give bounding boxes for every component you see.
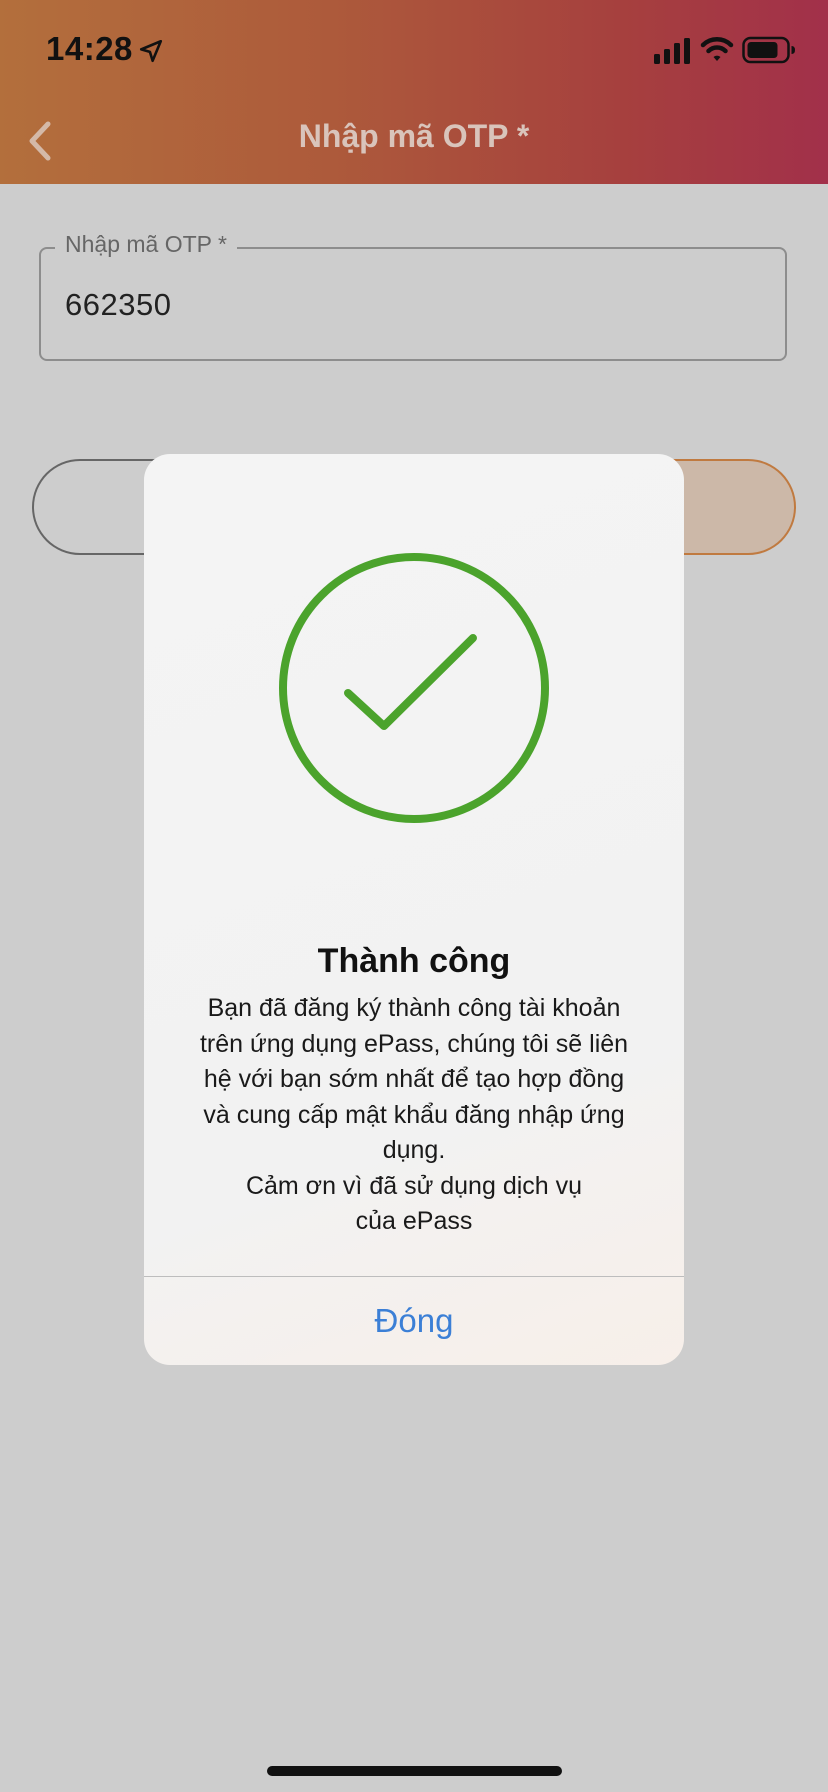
app-header: 14:28 Nhập mã OTP *	[0, 0, 828, 184]
success-dialog: Thành công Bạn đã đăng ký thành công tài…	[144, 454, 684, 1365]
dialog-title: Thành công	[317, 942, 511, 980]
dialog-message: Bạn đã đăng ký thành công tài khoản trên…	[199, 994, 629, 1235]
otp-input[interactable]: Nhập mã OTP * 662350	[39, 231, 787, 361]
checkmark-circle-icon	[279, 553, 549, 823]
location-arrow-icon	[139, 39, 163, 63]
otp-field-label: Nhập mã OTP *	[55, 231, 237, 258]
wifi-icon	[700, 37, 734, 61]
cellular-signal-icon	[654, 38, 690, 64]
home-indicator[interactable]	[267, 1766, 562, 1776]
battery-icon	[742, 36, 795, 64]
status-time: 14:28	[46, 30, 133, 67]
close-button[interactable]: Đóng	[144, 1277, 684, 1365]
page-title: Nhập mã OTP *	[298, 118, 530, 154]
otp-field-value[interactable]: 662350	[65, 287, 171, 323]
